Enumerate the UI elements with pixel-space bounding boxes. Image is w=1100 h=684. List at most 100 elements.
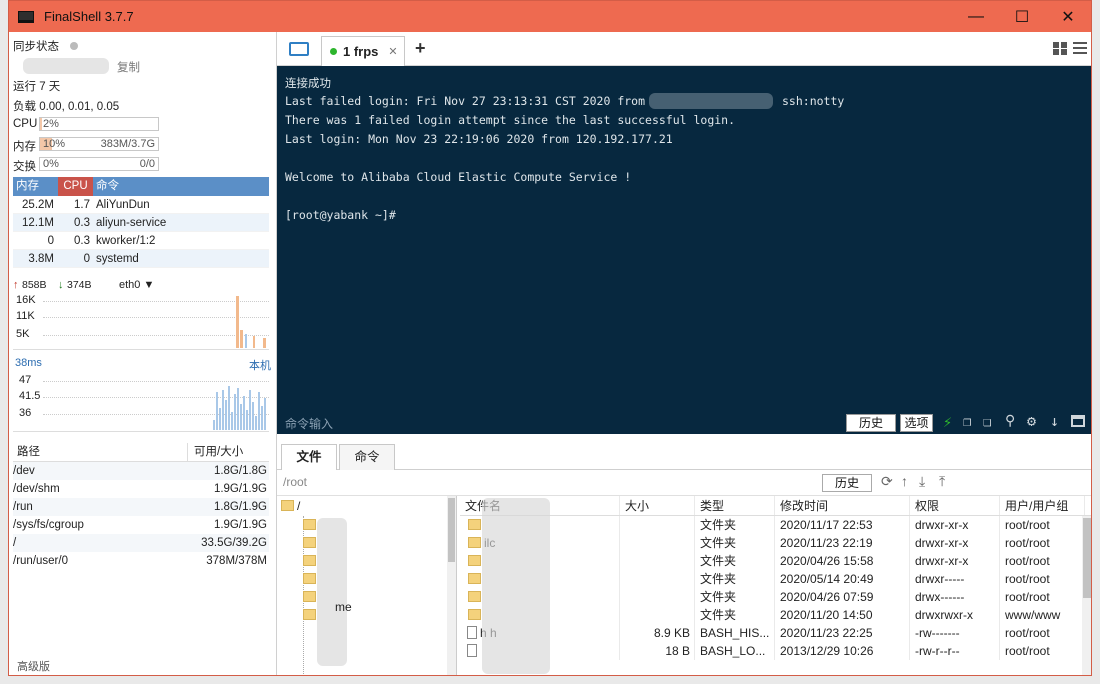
search-icon[interactable]: ⚲ (1005, 413, 1015, 429)
paste-icon[interactable]: ❏ (983, 414, 991, 430)
maximize-button[interactable]: ☐ (999, 1, 1045, 32)
file-row[interactable]: 文件夹 2020/04/26 07:59 drwx------ root/root (460, 588, 1091, 606)
refresh-icon[interactable]: ⟳ (881, 473, 893, 490)
table-row[interactable]: / 33.5G/39.2G (13, 534, 269, 552)
command-column-header[interactable]: 命令 (93, 177, 119, 196)
file-owner: root/root (1000, 534, 1085, 552)
mem-meter: 10% 383M/3.7G (39, 137, 159, 151)
arrow-up-icon[interactable]: ↑ (901, 473, 908, 489)
terminal[interactable]: 连接成功 Last failed login: Fri Nov 27 23:13… (277, 66, 1091, 434)
process-cmd: AliYunDun (96, 199, 150, 211)
terminal-line: Last login: Mon Nov 23 22:19:06 2020 fro… (285, 132, 673, 146)
tick-label: 5K (16, 328, 30, 340)
file-owner: root/root (1000, 642, 1085, 660)
folder-icon (303, 591, 316, 602)
table-row[interactable]: /sys/fs/cgroup 1.9G/1.9G (13, 516, 269, 534)
maximize-panel-icon[interactable] (1071, 415, 1085, 427)
table-row[interactable]: 12.1M 0.3 aliyun-service (13, 214, 269, 232)
upload-icon[interactable]: ⤒ (939, 473, 945, 490)
tree-scroll-thumb[interactable] (448, 498, 455, 562)
size-column-header[interactable]: 可用/大小 (188, 443, 243, 461)
file-size: 8.9 KB (620, 624, 695, 642)
advanced-edition-link[interactable]: 高级版 (17, 658, 50, 674)
title-bar[interactable]: FinalShell 3.7.7 — ☐ ✕ (9, 1, 1091, 32)
file-permissions: drwxr-xr-x (910, 552, 1000, 570)
cpu-meter-fill (40, 118, 42, 130)
size-column-header[interactable]: 大小 (620, 496, 695, 515)
type-column-header[interactable]: 类型 (695, 496, 775, 515)
process-mem: 25.2M (22, 199, 54, 211)
table-row[interactable]: /run 1.8G/1.9G (13, 498, 269, 516)
folder-icon[interactable] (289, 42, 309, 56)
path-history-button[interactable]: 历史 (822, 474, 872, 492)
table-row[interactable]: /dev/shm 1.9G/1.9G (13, 480, 269, 498)
download-bar (245, 334, 247, 348)
table-row[interactable]: /dev 1.8G/1.8G (13, 462, 269, 480)
tab-commands[interactable]: 命令 (339, 444, 395, 470)
menu-icon[interactable] (1073, 42, 1087, 54)
file-size (620, 534, 695, 552)
close-button[interactable]: ✕ (1045, 1, 1091, 32)
latency-bar (222, 390, 224, 430)
interface-select[interactable]: eth0 ▼ (119, 279, 154, 291)
file-modified: 2013/12/29 10:26 (775, 642, 910, 660)
tree-root[interactable]: / (281, 499, 300, 513)
file-permissions: drwxr----- (910, 570, 1000, 588)
latency-bar (264, 398, 266, 430)
file-owner: root/root (1000, 624, 1085, 642)
file-row[interactable]: 文件夹 2020/04/26 15:58 drwxr-xr-x root/root (460, 552, 1091, 570)
owner-column-header[interactable]: 用户/用户组 (1000, 496, 1085, 515)
folder-icon (303, 609, 316, 620)
file-row[interactable]: h h8.9 KBBASH_HIS...2020/11/23 22:25-rw-… (460, 624, 1091, 642)
ping-host[interactable]: 本机 (249, 357, 271, 373)
tree-node-label: me (335, 600, 352, 614)
terminal-line: 连接成功 (285, 76, 331, 90)
directory-tree[interactable]: / me (277, 496, 457, 675)
add-tab-button[interactable]: + (415, 38, 426, 59)
file-scrollbar[interactable] (1082, 516, 1091, 675)
close-tab-icon[interactable]: ✕ (388, 45, 397, 58)
layout-grid-icon[interactable] (1053, 42, 1067, 55)
time-column-header[interactable]: 修改时间 (775, 496, 910, 515)
process-cpu: 0 (83, 253, 90, 265)
mem-column-header[interactable]: 内存 (13, 177, 58, 196)
table-row[interactable]: /run/user/0 378M/378M (13, 552, 269, 570)
table-row[interactable]: 0 0.3 kworker/1:2 (13, 232, 269, 250)
copy-icon[interactable]: ❐ (963, 414, 971, 430)
tab-files[interactable]: 文件 (281, 444, 337, 470)
file-owner: root/root (1000, 588, 1085, 606)
app-logo-icon (18, 10, 34, 23)
path-input[interactable]: /root (283, 475, 307, 489)
download-icon[interactable]: ⤓ (919, 473, 925, 490)
tree-scrollbar[interactable] (447, 496, 456, 675)
file-row[interactable]: 文件夹 2020/11/17 22:53 drwxr-xr-x root/root (460, 516, 1091, 534)
file-row[interactable]: 文件夹 2020/11/20 14:50 drwxrwxr-x www/www (460, 606, 1091, 624)
folder-icon (468, 591, 481, 602)
folder-icon (281, 500, 294, 511)
cpu-meter: 2% (39, 117, 159, 131)
lightning-icon[interactable]: ⚡ (943, 413, 952, 431)
table-row[interactable]: 25.2M 1.7 AliYunDun (13, 196, 269, 214)
cpu-column-header[interactable]: CPU (58, 177, 93, 196)
history-button[interactable]: 历史 (846, 414, 896, 432)
file-rows: 文件夹2020/11/17 22:53drwxr-xr-xroot/rootil… (460, 516, 1091, 660)
copy-button[interactable]: 复制 (117, 59, 140, 75)
minimize-button[interactable]: — (953, 1, 999, 32)
permission-column-header[interactable]: 权限 (910, 496, 1000, 515)
command-input[interactable]: 命令输入 (285, 415, 333, 432)
tab-session-frps[interactable]: 1 frps ✕ (321, 36, 405, 66)
mem-label: 内存 (13, 141, 36, 153)
file-modified: 2020/11/17 22:53 (775, 516, 910, 534)
terminal-line: ssh:notty (782, 94, 845, 108)
file-row[interactable]: 18 B BASH_LO... 2013/12/29 10:26 -rw-r--r--… (460, 642, 1091, 660)
file-scroll-thumb[interactable] (1083, 518, 1091, 598)
path-column-header[interactable]: 路径 (13, 443, 188, 461)
options-button[interactable]: 选项 (900, 414, 933, 432)
path-bar: /root 历史 ⟳ ↑ ⤓ ⤒ (277, 470, 1091, 496)
file-row[interactable]: 文件夹 2020/05/14 20:49 drwxr----- root/root (460, 570, 1091, 588)
table-row[interactable]: 3.8M 0 systemd (13, 250, 269, 268)
gear-icon[interactable]: ⚙ (1027, 412, 1036, 430)
file-row[interactable]: ilc文件夹2020/11/23 22:19drwxr-xr-xroot/roo… (460, 534, 1091, 552)
arrow-down-icon[interactable]: ↓ (1050, 412, 1059, 430)
file-permissions: drwx------ (910, 588, 1000, 606)
